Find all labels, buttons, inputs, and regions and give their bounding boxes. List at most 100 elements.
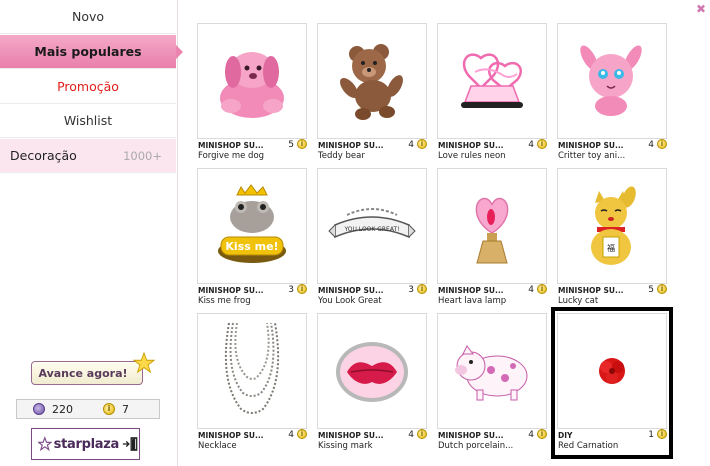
starplaza-label: starplaza: [53, 436, 120, 452]
svg-text:Kiss me!: Kiss me!: [225, 240, 278, 253]
starplaza-exit-button[interactable]: starplaza: [31, 428, 140, 460]
item-seller: MINISHOP SU...: [318, 141, 384, 150]
item-seller: MINISHOP SU...: [558, 286, 624, 295]
item-name: Dutch porcelain...: [438, 441, 514, 451]
close-icon[interactable]: ✖: [696, 2, 706, 16]
item-card[interactable]: YOU LOOK GREAT! MINISHOP SU... You Look …: [317, 168, 427, 308]
advance-now-button[interactable]: Avance agora!: [31, 361, 143, 385]
coin-icon: i: [537, 139, 547, 149]
item-thumbnail: [557, 23, 667, 139]
star-icon: [133, 352, 155, 374]
sidebar-item-label: Novo: [71, 9, 105, 24]
item-thumbnail: 福: [557, 168, 667, 284]
item-card-selected[interactable]: DIY Red Carnation 1 i: [551, 307, 673, 459]
wallet-balance: 220 i 7: [16, 399, 160, 419]
sidebar-item-label: Promoção: [57, 79, 119, 94]
item-seller: MINISHOP SU...: [198, 431, 264, 440]
item-price: 3: [288, 285, 294, 295]
item-name: Love rules neon: [438, 151, 506, 161]
sidebar-item-promocao[interactable]: Promoção: [0, 70, 176, 104]
item-card[interactable]: MINISHOP SU... Kissing mark 4 i: [317, 313, 427, 453]
coin-icon: i: [537, 429, 547, 439]
coin-icon: i: [657, 139, 667, 149]
item-name: Critter toy ani...: [558, 151, 626, 161]
item-name: Kissing mark: [318, 441, 373, 451]
sidebar-item-novo[interactable]: Novo: [0, 0, 176, 34]
item-card[interactable]: MINISHOP SU... Teddy bear 4 i: [317, 23, 427, 163]
item-price: 5: [648, 285, 654, 295]
svg-text:YOU LOOK GREAT!: YOU LOOK GREAT!: [343, 226, 399, 233]
item-seller: MINISHOP SU...: [198, 286, 264, 295]
item-name: Heart lava lamp: [438, 296, 507, 306]
item-card[interactable]: MINISHOP SU... Heart lava lamp 4 i: [437, 168, 547, 308]
sidebar-item-decoracao[interactable]: Decoração 1000+: [0, 139, 176, 173]
item-name: Kiss me frog: [198, 296, 251, 306]
item-price: 1: [648, 430, 654, 440]
item-price: 4: [648, 140, 654, 150]
sidebar-item-label: Decoração: [10, 148, 77, 163]
item-thumbnail: [437, 313, 547, 429]
item-card[interactable]: MINISHOP SU... Dutch porcelain... 4 i: [437, 313, 547, 453]
item-name: Red Carnation: [558, 441, 619, 451]
svg-text:福: 福: [607, 244, 615, 253]
pink-dog-plush-icon: [220, 52, 284, 118]
item-card[interactable]: MINISHOP SU... Necklace 4 i: [197, 313, 307, 453]
heart-lava-lamp-icon: [475, 197, 509, 264]
item-grid: ✖ MINISHOP SU... Forgive me dog 5 i MINI…: [179, 0, 710, 466]
item-thumbnail: [437, 168, 547, 284]
item-card[interactable]: MINISHOP SU... Critter toy ani... 4 i: [557, 23, 667, 163]
teddy-bear-icon: [340, 44, 403, 120]
coin-icon: i: [297, 139, 307, 149]
coin-icon: i: [417, 284, 427, 294]
coin-icon: i: [297, 429, 307, 439]
item-card[interactable]: 福 MINISHOP SU... Lucky cat 5 i: [557, 168, 667, 308]
starplaza-star-icon: [38, 436, 52, 452]
item-thumbnail: [437, 23, 547, 139]
item-thumbnail: [317, 23, 427, 139]
sidebar-item-mais-populares[interactable]: Mais populares: [0, 35, 183, 69]
item-price: 4: [408, 430, 414, 440]
item-name: Lucky cat: [558, 296, 599, 306]
kiss-me-frog-icon: Kiss me!: [218, 184, 286, 263]
item-seller: MINISHOP SU...: [198, 141, 264, 150]
item-price: 4: [528, 430, 534, 440]
item-seller: MINISHOP SU...: [438, 141, 504, 150]
item-name: Forgive me dog: [198, 151, 265, 161]
you-look-great-banner-icon: YOU LOOK GREAT!: [328, 208, 416, 239]
item-seller: MINISHOP SU...: [318, 286, 384, 295]
item-thumbnail: YOU LOOK GREAT!: [317, 168, 427, 284]
kissing-lips-mark-icon: [336, 342, 408, 402]
item-name: Teddy bear: [318, 151, 365, 161]
item-count: 1000+: [123, 148, 162, 163]
item-name: You Look Great: [318, 296, 382, 306]
item-price: 4: [528, 140, 534, 150]
coin-icon: i: [417, 429, 427, 439]
item-seller: MINISHOP SU...: [438, 286, 504, 295]
pearl-necklace-icon: [224, 322, 280, 414]
item-thumbnail: Kiss me!: [197, 168, 307, 284]
pink-critter-toy-icon: [580, 45, 642, 116]
item-price: 4: [408, 140, 414, 150]
item-seller: MINISHOP SU...: [558, 141, 624, 150]
sidebar-item-label: Mais populares: [34, 44, 142, 59]
coin-balance: 7: [122, 402, 129, 416]
shop-window: Novo Mais populares Promoção Wishlist De…: [0, 0, 710, 466]
item-thumbnail: [197, 313, 307, 429]
star-balance: 220: [52, 402, 73, 416]
item-card[interactable]: MINISHOP SU... Forgive me dog 5 i: [197, 23, 307, 163]
red-carnation-icon: [599, 358, 625, 384]
item-price: 4: [528, 285, 534, 295]
item-price: 3: [408, 285, 414, 295]
star-currency-icon: [33, 403, 45, 415]
coin-icon: i: [657, 284, 667, 294]
sidebar-item-wishlist[interactable]: Wishlist: [0, 104, 176, 138]
item-price: 5: [288, 140, 294, 150]
item-thumbnail: [317, 313, 427, 429]
lucky-cat-icon: 福: [591, 186, 636, 265]
item-card[interactable]: Kiss me! MINISHOP SU... Kiss me frog 3 i: [197, 168, 307, 308]
item-thumbnail: [557, 313, 667, 429]
love-rules-neon-sign-icon: [461, 53, 523, 108]
item-seller: MINISHOP SU...: [318, 431, 384, 440]
item-card[interactable]: MINISHOP SU... Love rules neon 4 i: [437, 23, 547, 163]
category-sidebar: Novo Mais populares Promoção Wishlist De…: [0, 0, 183, 466]
